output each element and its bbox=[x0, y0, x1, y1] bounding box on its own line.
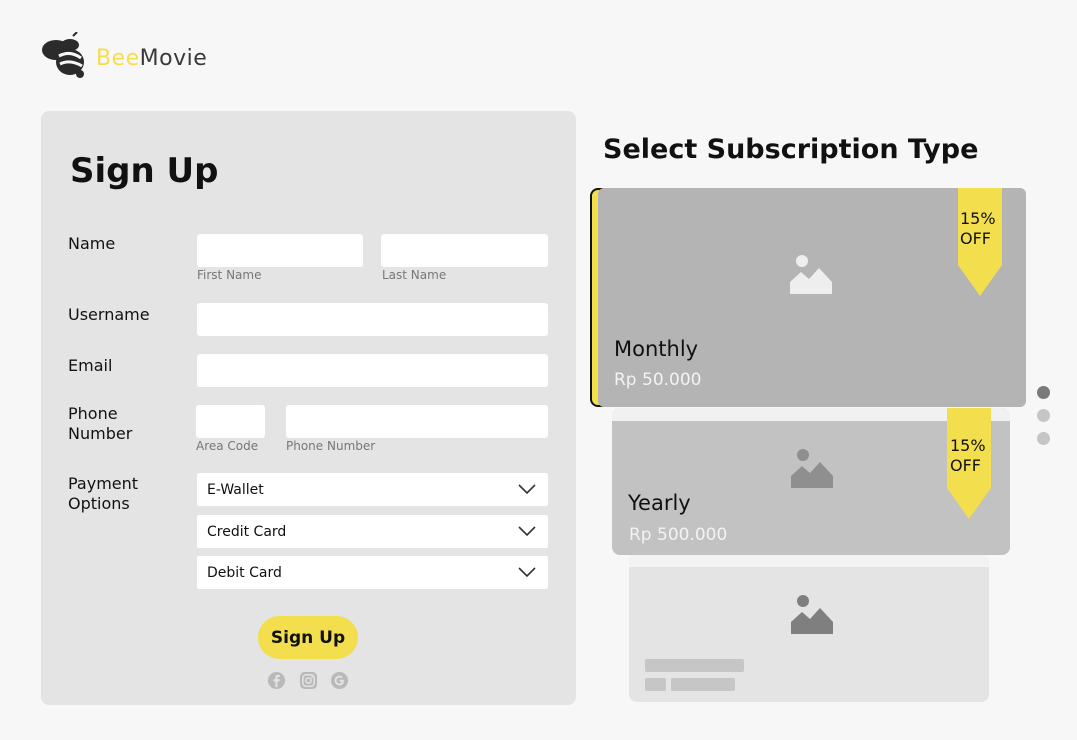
skeleton-line bbox=[671, 678, 735, 691]
first-name-input[interactable] bbox=[197, 234, 363, 267]
chevron-down-icon bbox=[518, 567, 536, 578]
brand-logo: BeeMovie bbox=[40, 32, 207, 84]
plan-name-yearly: Yearly bbox=[628, 491, 691, 515]
area-code-hint: Area Code bbox=[196, 439, 259, 453]
payment-select-ewallet[interactable]: E-Wallet bbox=[197, 473, 548, 506]
phone-label-line1: Phone bbox=[68, 404, 118, 423]
subscription-card-monthly[interactable]: Monthly Rp 50.000 15% OFF bbox=[598, 188, 1026, 407]
skeleton-line bbox=[645, 659, 744, 672]
carousel-dot-3[interactable] bbox=[1037, 432, 1050, 445]
email-label: Email bbox=[68, 356, 113, 375]
payment-option-label: Credit Card bbox=[207, 523, 287, 540]
payment-label-line2: Options bbox=[68, 494, 130, 513]
phone-label: Phone Number bbox=[68, 404, 132, 444]
discount-off: OFF bbox=[960, 229, 991, 248]
chevron-down-icon bbox=[518, 526, 536, 537]
carousel-dot-1-active[interactable] bbox=[1037, 386, 1050, 399]
discount-off: OFF bbox=[950, 456, 981, 475]
instagram-icon[interactable] bbox=[299, 671, 318, 690]
form-title: Sign Up bbox=[70, 151, 219, 191]
signup-button[interactable]: Sign Up bbox=[258, 616, 358, 659]
brand-name: BeeMovie bbox=[96, 46, 207, 71]
signup-form-panel: Sign Up Name First Name Last Name Userna… bbox=[41, 111, 576, 705]
payment-label-line1: Payment bbox=[68, 474, 139, 493]
username-input[interactable] bbox=[197, 303, 548, 336]
last-name-input[interactable] bbox=[381, 234, 548, 267]
card-edge bbox=[629, 553, 989, 567]
skeleton-line bbox=[645, 678, 666, 691]
phone-number-hint: Phone Number bbox=[286, 439, 376, 453]
image-placeholder-icon bbox=[791, 595, 833, 634]
carousel-dot-2[interactable] bbox=[1037, 409, 1050, 422]
bee-logo-icon bbox=[42, 32, 84, 78]
plan-name-monthly: Monthly bbox=[614, 337, 699, 361]
payment-select-credit-card[interactable]: Credit Card bbox=[197, 515, 548, 548]
username-label: Username bbox=[68, 305, 150, 324]
phone-label-line2: Number bbox=[68, 424, 133, 443]
email-input[interactable] bbox=[197, 354, 548, 387]
brand-name-part1: Bee bbox=[96, 45, 140, 71]
facebook-icon[interactable] bbox=[267, 671, 286, 690]
subscription-card-placeholder[interactable] bbox=[629, 553, 989, 702]
brand-name-part2: Movie bbox=[139, 45, 208, 71]
plan-price-yearly: Rp 500.000 bbox=[629, 525, 728, 545]
discount-percent: 15% bbox=[960, 209, 996, 228]
discount-label-yearly: 15% OFF bbox=[950, 436, 986, 476]
payment-option-label: E-Wallet bbox=[207, 481, 264, 498]
last-name-hint: Last Name bbox=[382, 268, 447, 282]
subscription-card-yearly[interactable]: Yearly Rp 500.000 15% OFF bbox=[612, 408, 1010, 555]
payment-label: Payment Options bbox=[68, 474, 138, 514]
plan-price-monthly: Rp 50.000 bbox=[614, 370, 702, 390]
image-placeholder-icon bbox=[791, 449, 833, 488]
subscription-title: Select Subscription Type bbox=[603, 134, 979, 165]
payment-select-debit-card[interactable]: Debit Card bbox=[197, 556, 548, 589]
discount-label-monthly: 15% OFF bbox=[960, 209, 996, 249]
google-icon[interactable] bbox=[330, 671, 349, 690]
discount-percent: 15% bbox=[950, 436, 986, 455]
name-label: Name bbox=[68, 234, 116, 253]
chevron-down-icon bbox=[518, 484, 536, 495]
image-placeholder-icon bbox=[790, 255, 832, 294]
payment-option-label: Debit Card bbox=[207, 564, 282, 581]
area-code-input[interactable] bbox=[196, 405, 265, 438]
phone-number-input[interactable] bbox=[286, 405, 548, 438]
first-name-hint: First Name bbox=[197, 268, 262, 282]
